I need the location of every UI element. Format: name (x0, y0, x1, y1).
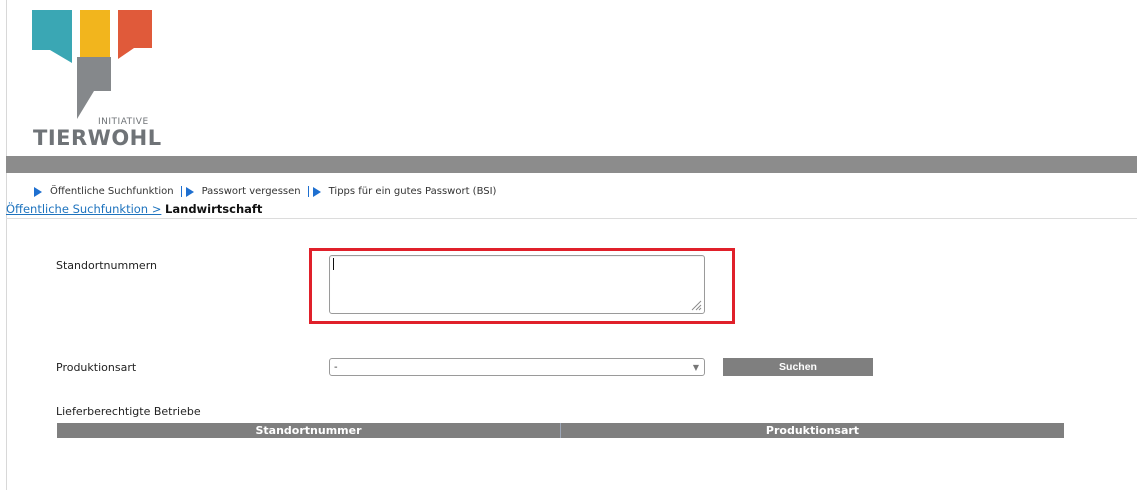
produktionsart-label: Produktionsart (56, 361, 137, 374)
search-button[interactable]: Suchen (723, 358, 873, 376)
top-nav: Öffentliche Suchfunktion Passwort verges… (34, 186, 496, 197)
play-arrow-icon (34, 186, 42, 197)
breadcrumb-current: Landwirtschaft (165, 202, 263, 216)
results-title: Lieferberechtigte Betriebe (56, 405, 201, 418)
text-caret (333, 258, 334, 270)
standortnummern-label: Standortnummern (56, 259, 157, 272)
nav-item-password-tips[interactable]: Tipps für ein gutes Passwort (BSI) (312, 186, 497, 197)
logo-text-tierwohl: TIERWOHL (33, 126, 162, 150)
chevron-down-icon: ▼ (692, 362, 700, 372)
page-left-border (6, 0, 7, 490)
column-header-produktionsart[interactable]: Produktionsart (560, 423, 1064, 438)
nav-item-label: Passwort vergessen (201, 186, 301, 197)
header-bar (6, 156, 1137, 173)
breadcrumb-link-public-search[interactable]: Öffentliche Suchfunktion > (6, 202, 161, 216)
produktionsart-selected-value: - (334, 361, 338, 373)
breadcrumb: Öffentliche Suchfunktion > Landwirtschaf… (6, 202, 262, 216)
nav-item-public-search[interactable]: Öffentliche Suchfunktion (34, 186, 174, 197)
play-arrow-icon (312, 186, 321, 197)
nav-item-label: Öffentliche Suchfunktion (50, 186, 174, 197)
column-header-standortnummer[interactable]: Standortnummer (57, 423, 560, 438)
nav-item-forgot-password[interactable]: Passwort vergessen (185, 186, 301, 197)
produktionsart-select[interactable]: - ▼ (329, 358, 705, 376)
standortnummern-input[interactable] (329, 255, 705, 314)
nav-item-label: Tipps für ein gutes Passwort (BSI) (328, 186, 497, 197)
results-table-header: Standortnummer Produktionsart (57, 423, 1064, 438)
breadcrumb-divider (6, 218, 1137, 219)
play-arrow-icon (185, 186, 194, 197)
nav-separator (307, 186, 309, 197)
nav-separator (180, 186, 182, 197)
